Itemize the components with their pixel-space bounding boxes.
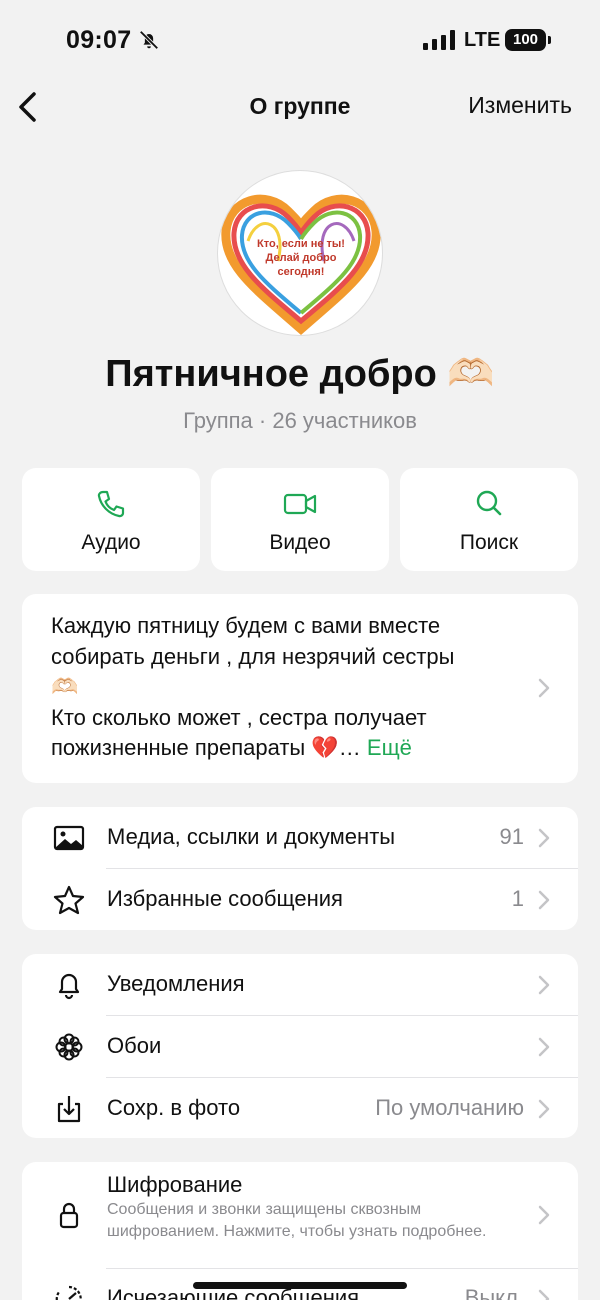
video-icon <box>283 493 317 515</box>
star-icon <box>53 885 85 915</box>
network-type: LTE <box>464 29 501 51</box>
chevron-right-icon <box>538 1289 550 1300</box>
starred-messages-row[interactable]: Избранные сообщения 1 <box>22 869 578 930</box>
notifications-label: Уведомления <box>107 971 245 996</box>
phone-icon <box>97 490 125 518</box>
save-to-photos-value: По умолчанию <box>375 1095 524 1120</box>
avatar-text-3: сегодня! <box>278 266 325 278</box>
battery-level: 100 <box>505 29 546 51</box>
bell-icon <box>58 973 80 1000</box>
battery-icon: 100 <box>505 29 551 51</box>
avatar-text-2: Делай добро <box>266 252 337 264</box>
description-text: Каждую пятницу будем с вами вместе собир… <box>51 611 521 764</box>
nav-bar: О группе Изменить <box>0 80 600 132</box>
video-call-button[interactable]: Видео <box>211 468 389 571</box>
bell-off-icon <box>139 30 159 50</box>
avatar-text-1: Кто, если не ты! <box>257 238 345 250</box>
search-label: Поиск <box>459 531 519 554</box>
timer-icon <box>55 1285 82 1300</box>
group-description[interactable]: Каждую пятницу будем с вами вместе собир… <box>22 594 578 783</box>
starred-count: 1 <box>511 886 524 911</box>
chevron-right-icon <box>538 1037 550 1057</box>
flower-icon <box>55 1033 83 1061</box>
group-avatar[interactable]: Кто, если не ты! Делай добро сегодня! <box>217 170 383 336</box>
media-count: 91 <box>499 824 524 849</box>
lock-icon <box>59 1202 79 1229</box>
description-line-1: Каждую пятницу будем с вами вместе собир… <box>51 613 455 669</box>
settings-section: Уведомления Обои Сохр. в фото По умолчан… <box>22 954 578 1138</box>
disappearing-value: Выкл. <box>464 1285 524 1300</box>
wallpaper-row[interactable]: Обои <box>22 1016 578 1077</box>
search-icon <box>476 490 502 516</box>
starred-label: Избранные сообщения <box>107 886 343 911</box>
notifications-row[interactable]: Уведомления <box>22 954 578 1015</box>
privacy-section: Шифрование Сообщения и звонки защищены с… <box>22 1162 578 1300</box>
group-name: Пятничное добро 🫶🏻 <box>105 353 495 395</box>
chevron-right-icon <box>538 1205 550 1225</box>
download-icon <box>57 1096 81 1123</box>
search-button[interactable]: Поиск <box>400 468 578 571</box>
more-link[interactable]: Ещё <box>367 735 412 760</box>
heart-logo: Кто, если не ты! Делай добро сегодня! <box>221 194 381 335</box>
encryption-title: Шифрование <box>107 1172 243 1197</box>
audio-call-button[interactable]: Аудио <box>22 468 200 571</box>
chevron-right-icon <box>538 678 550 698</box>
encryption-row[interactable]: Шифрование Сообщения и звонки защищены с… <box>22 1162 578 1268</box>
video-label: Видео <box>269 531 331 554</box>
edit-button[interactable]: Изменить <box>468 92 572 119</box>
photo-icon <box>53 825 85 851</box>
signal-icon <box>423 30 455 50</box>
chevron-right-icon <box>538 975 550 995</box>
group-subtitle: Группа · 26 участников <box>183 408 417 433</box>
audio-label: Аудио <box>81 531 141 554</box>
wallpaper-label: Обои <box>107 1033 162 1058</box>
description-emoji: 🫶🏻 <box>51 674 79 699</box>
chevron-right-icon <box>538 890 550 910</box>
encryption-description: Сообщения и звонки защищены сквозным шиф… <box>107 1201 487 1240</box>
save-to-photos-row[interactable]: Сохр. в фото По умолчанию <box>22 1078 578 1138</box>
status-bar: 09:07 LTE 100 <box>0 0 600 80</box>
media-section: Медиа, ссылки и документы 91 Избранные с… <box>22 807 578 930</box>
status-time: 09:07 <box>66 26 132 54</box>
save-to-photos-label: Сохр. в фото <box>107 1095 241 1120</box>
home-indicator[interactable] <box>193 1282 407 1289</box>
media-links-docs-row[interactable]: Медиа, ссылки и документы 91 <box>22 807 578 868</box>
chevron-right-icon <box>538 828 550 848</box>
chevron-right-icon <box>538 1099 550 1119</box>
media-label: Медиа, ссылки и документы <box>107 824 396 849</box>
